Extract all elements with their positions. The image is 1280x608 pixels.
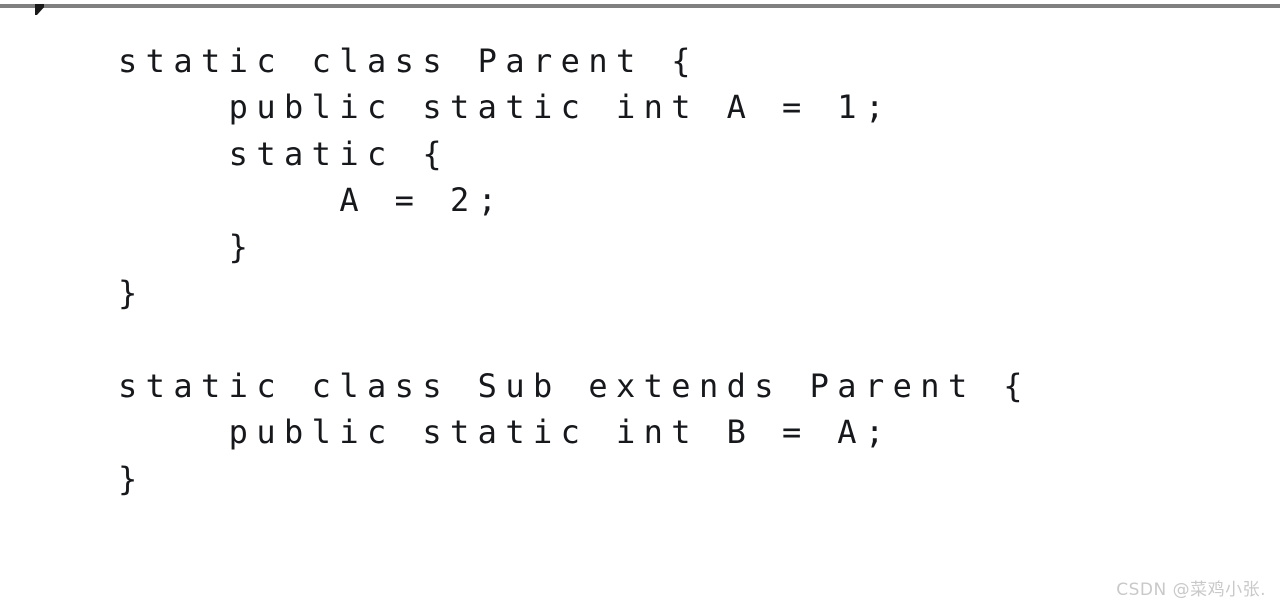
- top-divider-rule: [0, 4, 1280, 15]
- code-line: public static int A = 1;: [118, 88, 893, 127]
- top-divider-notch-icon: [35, 4, 44, 15]
- code-line: }: [118, 459, 146, 498]
- code-line: public static int B = A;: [118, 413, 893, 452]
- code-line: static {: [118, 134, 450, 173]
- code-line: }: [118, 273, 146, 312]
- code-line: static class Parent {: [118, 42, 699, 80]
- code-line: }: [118, 227, 257, 266]
- code-line: static class Sub extends Parent {: [118, 366, 1031, 405]
- screenshot-root: static class Parent { public static int …: [0, 0, 1280, 608]
- code-line: A = 2;: [118, 181, 506, 220]
- code-block: static class Parent { public static int …: [118, 38, 1031, 502]
- watermark: CSDN @菜鸡小张.: [1116, 580, 1266, 600]
